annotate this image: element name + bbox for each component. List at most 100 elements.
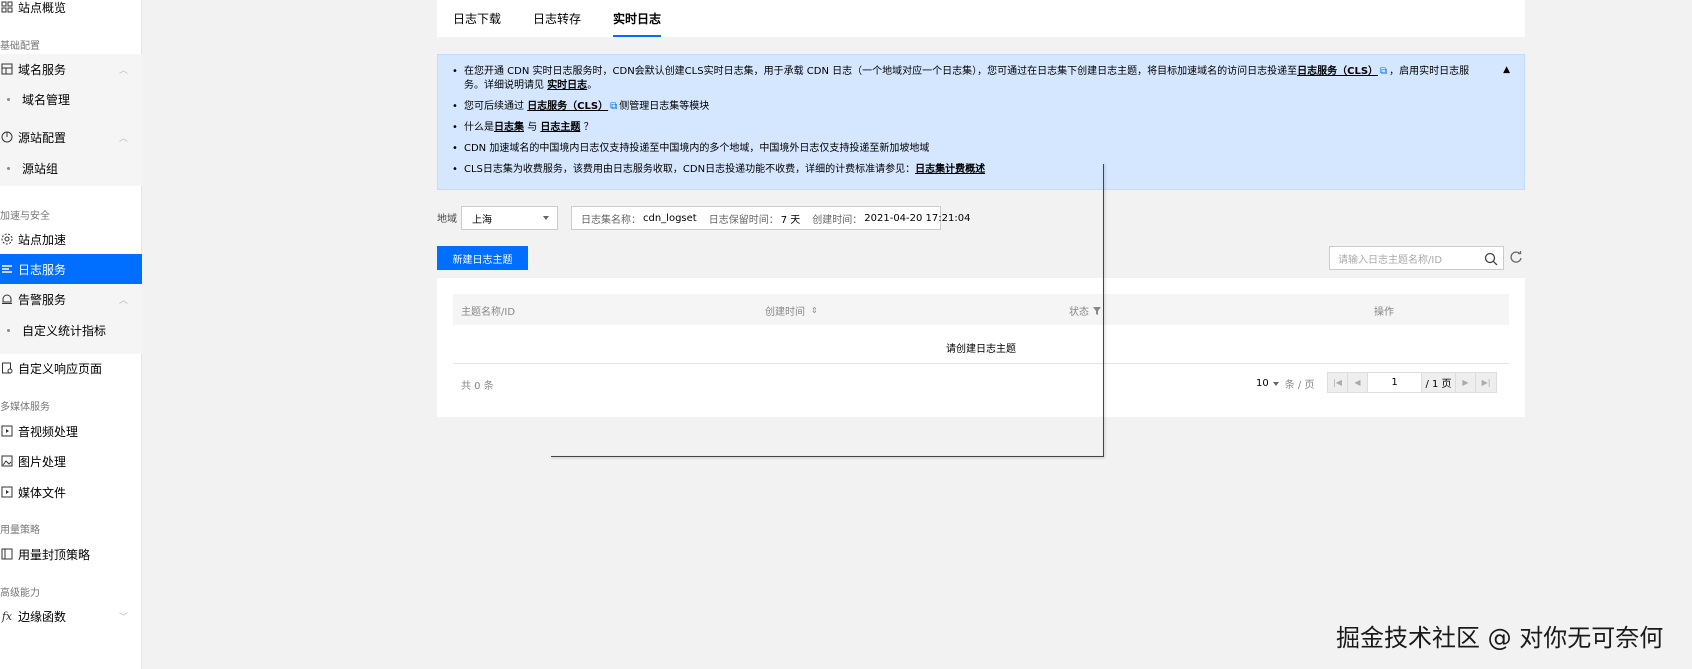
tab-log-download[interactable]: 日志下载 [453,0,501,37]
page-size-select[interactable]: 10 条 / 页 [1256,376,1314,391]
sidebar-item-alarm-service[interactable]: 告警服务 ︿ [0,284,142,314]
sidebar-item-label: 源站组 [22,161,59,176]
sidebar-item-media-files[interactable]: 媒体文件 [0,477,142,507]
billing-link[interactable]: 日志集计费概述 [915,164,985,175]
section-title-media: 多媒体服务 [0,402,50,413]
section-title-advanced: 高级能力 [0,588,40,599]
chevron-up-icon: ︿ [118,133,128,144]
region-select[interactable]: 上海 [461,206,558,230]
info-item: 您可后续通过 日志服务（CLS）⧉侧管理日志集等模块 [452,100,1474,114]
sidebar-item-domain-manage[interactable]: 域名管理 [0,84,142,114]
tab-log-transfer[interactable]: 日志转存 [533,0,581,37]
column-label: 创建时间 [765,307,805,318]
sidebar-item-av-process[interactable]: 音视频处理 [0,416,142,446]
collapse-icon[interactable]: ▲ [1503,65,1510,75]
pagination: |◀ ◀ 1 / 1 页 ▶ ▶| [1327,372,1497,393]
sidebar-item-label: 自定义响应页面 [18,361,103,376]
sidebar-item-label: 站点加速 [18,232,67,247]
list-icon [0,262,14,276]
empty-state: 请创建日志主题 [946,344,1016,355]
info-item: 在您开通 CDN 实时日志服务时，CDN会默认创建CLS实时日志集，用于承载 C… [452,65,1474,93]
log-topic-table: 主题名称/ID 创建时间 ⇕ 状态 操作 请创建日志主题 共 0 条 10 条 … [437,278,1525,417]
logset-name: cdn_logset [643,212,697,224]
sidebar-item-usage-cap[interactable]: 用量封顶策略 [0,539,142,569]
search-placeholder: 请输入日志主题名称/ID [1338,254,1443,266]
created-value: 2021-04-20 17:21:04 [864,212,971,224]
media-file-icon [0,485,14,499]
total-count: 共 0 条 [461,381,494,392]
section-title-basic: 基础配置 [0,41,40,52]
sidebar-item-custom-response[interactable]: 自定义响应页面 [0,353,142,383]
refresh-icon[interactable] [1509,250,1523,264]
cls-link[interactable]: 日志服务（CLS） [527,101,608,112]
sidebar-item-overview[interactable]: 站点概览 [0,0,142,22]
search-input[interactable]: 请输入日志主题名称/ID [1329,246,1504,270]
sidebar-item-origin-config[interactable]: 源站配置 ︿ [0,122,142,152]
sidebar-item-site-accel[interactable]: 站点加速 [0,224,142,254]
sidebar-item-label: 域名服务 [18,62,67,77]
bullet-icon [7,166,10,170]
retention-label: 日志保留时间： [708,214,779,226]
prev-page-button[interactable]: ◀ [1348,373,1368,392]
page-icon [0,361,14,375]
sidebar-item-label: 源站配置 [18,130,67,145]
sidebar-item-label: 图片处理 [18,454,67,469]
column-created-time[interactable]: 创建时间 ⇕ [765,303,818,318]
info-text: 什么是 [464,122,494,133]
chevron-down-icon: ﹀ [118,612,128,623]
bullet-icon [7,97,10,101]
origin-icon [0,130,14,144]
page-size-unit: 条 / 页 [1284,380,1315,391]
sidebar-item-label: 站点概览 [18,0,67,15]
image-icon [0,454,14,468]
overlay-line [551,456,1104,457]
info-item: 什么是日志集 与 日志主题 ？ [452,121,1474,135]
sidebar-item-image-process[interactable]: 图片处理 [0,446,142,476]
section-title-accel: 加速与安全 [0,211,50,222]
domain-icon [0,62,14,76]
caret-down-icon [543,216,549,220]
sidebar-item-label: 日志服务 [18,262,67,277]
bullet-icon [7,328,10,332]
logset-link[interactable]: 日志集 [494,122,524,133]
external-link-icon: ⧉ [1380,66,1388,77]
cls-link[interactable]: 日志服务（CLS） [1297,66,1378,77]
sidebar-item-label: 音视频处理 [18,424,79,439]
sidebar-item-edge-function[interactable]: fx 边缘函数 ﹀ [0,601,142,631]
next-page-button[interactable]: ▶ [1456,373,1476,392]
sidebar-item-domain-service[interactable]: 域名服务 ︿ [0,54,142,84]
caret-down-icon [1272,381,1279,386]
function-icon: fx [1,609,13,623]
sidebar-item-origin-group[interactable]: 源站组 [0,153,142,183]
info-text: ？ [583,122,594,133]
sidebar-item-log-service[interactable]: 日志服务 [0,254,142,284]
sort-icon[interactable]: ⇕ [811,306,818,315]
filter-icon[interactable] [1093,306,1101,315]
table-header: 主题名称/ID 创建时间 ⇕ 状态 操作 [453,294,1509,325]
column-topic-name: 主题名称/ID [461,307,516,318]
column-status[interactable]: 状态 [1069,303,1101,318]
alarm-icon [0,292,14,306]
cap-icon [0,547,14,561]
search-icon[interactable] [1484,252,1498,266]
info-text: 侧管理日志集等模块 [619,101,710,112]
page-input[interactable]: 1 [1368,373,1422,392]
log-topic-link[interactable]: 日志主题 [540,122,580,133]
tab-realtime-log[interactable]: 实时日志 [613,0,662,37]
section-title-usage: 用量策略 [0,525,40,536]
sidebar-item-label: 媒体文件 [18,485,67,500]
create-log-topic-button[interactable]: 新建日志主题 [437,246,528,270]
sidebar-item-custom-metrics[interactable]: 自定义统计指标 [0,315,142,345]
sidebar-item-label: 自定义统计指标 [22,323,107,338]
last-page-button[interactable]: ▶| [1476,373,1496,392]
first-page-button[interactable]: |◀ [1328,373,1348,392]
logset-name-label: 日志集名称： [581,214,641,226]
sidebar-item-label: 边缘函数 [18,609,67,624]
logset-info: 日志集名称： cdn_logset 日志保留时间： 7 天 创建时间： 2021-04… [571,206,970,230]
realtime-log-link[interactable]: 实时日志 [547,80,587,91]
sidebar-item-label: 域名管理 [22,92,71,107]
divider [453,363,1509,364]
page-total: / 1 页 [1422,373,1456,392]
tab-bar: 日志下载 日志转存 实时日志 [437,0,1525,37]
page-size-value: 10 [1256,378,1269,389]
